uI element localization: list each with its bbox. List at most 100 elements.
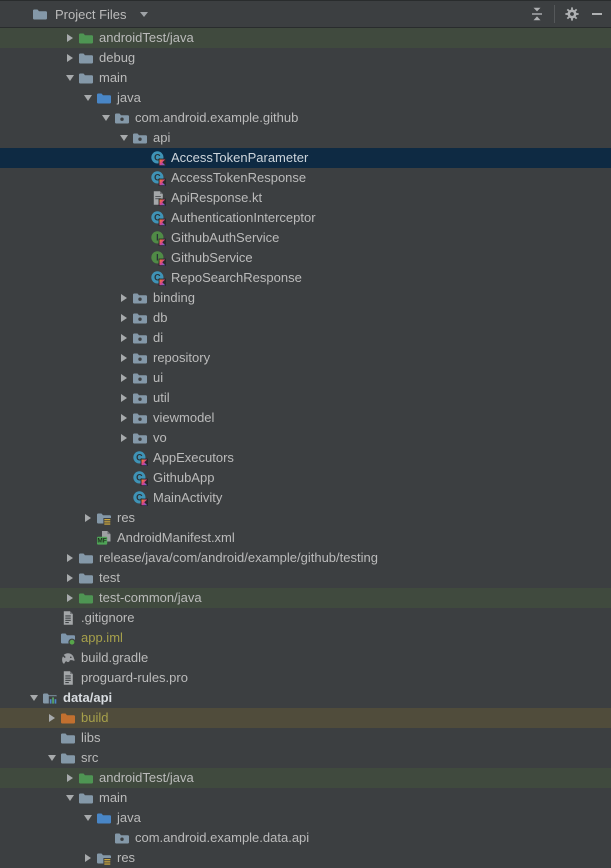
collapsed-arrow-icon[interactable] [116, 388, 132, 408]
tree-row[interactable]: db [0, 308, 611, 328]
tree-row[interactable]: app.iml [0, 628, 611, 648]
tree-row[interactable]: com.android.example.github [0, 108, 611, 128]
tree-row[interactable]: libs [0, 728, 611, 748]
tree-row[interactable]: I GithubService [0, 248, 611, 268]
package-icon [114, 830, 130, 846]
tree-row[interactable]: proguard-rules.pro [0, 668, 611, 688]
toolwindow-header: Project Files [0, 0, 611, 28]
tree-row-label: binding [153, 290, 195, 305]
tree-row-label: proguard-rules.pro [81, 670, 188, 685]
chevron-down-icon[interactable] [139, 11, 148, 17]
tree-row[interactable]: C GithubApp [0, 468, 611, 488]
tree-row-label: GithubAuthService [171, 230, 280, 245]
expanded-arrow-icon[interactable] [44, 748, 60, 768]
tree-row-label: util [153, 390, 170, 405]
collapsed-arrow-icon[interactable] [62, 48, 78, 68]
tree-row-label: api [153, 130, 171, 145]
tree-row[interactable]: release/java/com/android/example/github/… [0, 548, 611, 568]
svg-text:MF: MF [97, 538, 106, 545]
tree-row[interactable]: java [0, 808, 611, 828]
collapsed-arrow-icon[interactable] [80, 848, 96, 868]
toolwindow-title[interactable]: Project Files [55, 7, 127, 22]
collapsed-arrow-icon[interactable] [116, 348, 132, 368]
tree-row[interactable]: util [0, 388, 611, 408]
collapsed-arrow-icon[interactable] [80, 508, 96, 528]
tree-row[interactable]: binding [0, 288, 611, 308]
tree-row[interactable]: test-common/java [0, 588, 611, 608]
collapsed-arrow-icon[interactable] [116, 428, 132, 448]
folder-green-icon [78, 770, 94, 786]
tree-row-label: di [153, 330, 164, 345]
tree-row[interactable]: res [0, 848, 611, 868]
tree-row-label: main [99, 790, 128, 805]
collapsed-arrow-icon[interactable] [116, 288, 132, 308]
tree-row[interactable]: test [0, 568, 611, 588]
tree-row-label: libs [81, 730, 101, 745]
module-icon [42, 690, 58, 706]
collapsed-arrow-icon[interactable] [62, 548, 78, 568]
collapsed-arrow-icon[interactable] [62, 588, 78, 608]
arrow-spacer [116, 468, 132, 488]
tree-row[interactable]: di [0, 328, 611, 348]
gear-icon[interactable] [564, 6, 580, 22]
tree-row[interactable]: vo [0, 428, 611, 448]
tree-row[interactable]: androidTest/java [0, 28, 611, 48]
tree-row-label: MainActivity [153, 490, 223, 505]
tree-row[interactable]: main [0, 68, 611, 88]
expanded-arrow-icon[interactable] [26, 688, 42, 708]
expanded-arrow-icon[interactable] [80, 88, 96, 108]
tree-row-label: debug [99, 50, 136, 65]
expanded-arrow-icon[interactable] [116, 128, 132, 148]
folder-icon [60, 750, 76, 766]
tree-row[interactable]: build.gradle [0, 648, 611, 668]
arrow-spacer [44, 728, 60, 748]
expanded-arrow-icon[interactable] [62, 68, 78, 88]
collapsed-arrow-icon[interactable] [44, 708, 60, 728]
kotlin-class-icon: C [132, 490, 148, 506]
tree-row[interactable]: debug [0, 48, 611, 68]
tree-row[interactable]: api [0, 128, 611, 148]
collapsed-arrow-icon[interactable] [116, 368, 132, 388]
tree-row[interactable]: I GithubAuthService [0, 228, 611, 248]
tree-row[interactable]: MF AndroidManifest.xml [0, 528, 611, 548]
collapsed-arrow-icon[interactable] [116, 308, 132, 328]
tree-row[interactable]: repository [0, 348, 611, 368]
tree-row[interactable]: build [0, 708, 611, 728]
svg-text:I: I [156, 253, 159, 263]
folder-icon [78, 70, 94, 86]
tree-row[interactable]: src [0, 748, 611, 768]
tree-row[interactable]: ui [0, 368, 611, 388]
tree-row[interactable]: androidTest/java [0, 768, 611, 788]
tree-row[interactable]: com.android.example.data.api [0, 828, 611, 848]
tree-row[interactable]: C MainActivity [0, 488, 611, 508]
tree-row[interactable]: C AccessTokenResponse [0, 168, 611, 188]
tree-row[interactable]: java [0, 88, 611, 108]
tree-row[interactable]: .gitignore [0, 608, 611, 628]
tree-row[interactable]: C AccessTokenParameter [0, 148, 611, 168]
kotlin-interface-icon: I [150, 230, 166, 246]
tree-row[interactable]: res [0, 508, 611, 528]
collapse-all-icon[interactable] [529, 6, 545, 22]
tree-row[interactable]: main [0, 788, 611, 808]
iml-icon [60, 630, 76, 646]
collapsed-arrow-icon[interactable] [116, 328, 132, 348]
collapsed-arrow-icon[interactable] [62, 28, 78, 48]
collapsed-arrow-icon[interactable] [116, 408, 132, 428]
tree-row-label: vo [153, 430, 167, 445]
tree-row[interactable]: data/api [0, 688, 611, 708]
tree-row[interactable]: C AppExecutors [0, 448, 611, 468]
tree-row[interactable]: ApiResponse.kt [0, 188, 611, 208]
package-icon [132, 350, 148, 366]
tree-row-label: AppExecutors [153, 450, 234, 465]
arrow-spacer [44, 648, 60, 668]
collapsed-arrow-icon[interactable] [62, 568, 78, 588]
expanded-arrow-icon[interactable] [80, 808, 96, 828]
tree-row[interactable]: C RepoSearchResponse [0, 268, 611, 288]
expanded-arrow-icon[interactable] [62, 788, 78, 808]
tree-row[interactable]: viewmodel [0, 408, 611, 428]
tree-row[interactable]: C AuthenticationInterceptor [0, 208, 611, 228]
arrow-spacer [98, 828, 114, 848]
expanded-arrow-icon[interactable] [98, 108, 114, 128]
hide-icon[interactable] [589, 6, 605, 22]
collapsed-arrow-icon[interactable] [62, 768, 78, 788]
